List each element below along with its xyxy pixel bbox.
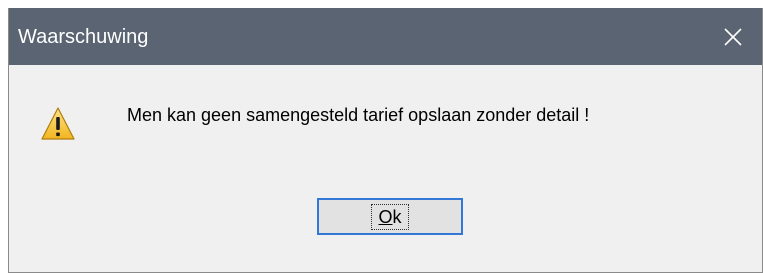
warning-icon <box>41 107 75 140</box>
close-icon <box>724 27 742 46</box>
ok-button-label: Ok <box>371 203 409 230</box>
message-text: Men kan geen samengesteld tarief opslaan… <box>127 105 590 125</box>
ok-label-rest: k <box>392 206 402 227</box>
close-button[interactable] <box>704 8 762 65</box>
warning-dialog: Waarschuwing Men kan geen samengesteld t… <box>8 8 763 273</box>
ok-button[interactable]: Ok <box>317 198 463 235</box>
dialog-title: Waarschuwing <box>18 26 149 48</box>
title-bar[interactable]: Waarschuwing <box>9 8 762 65</box>
ok-mnemonic: O <box>378 206 393 227</box>
